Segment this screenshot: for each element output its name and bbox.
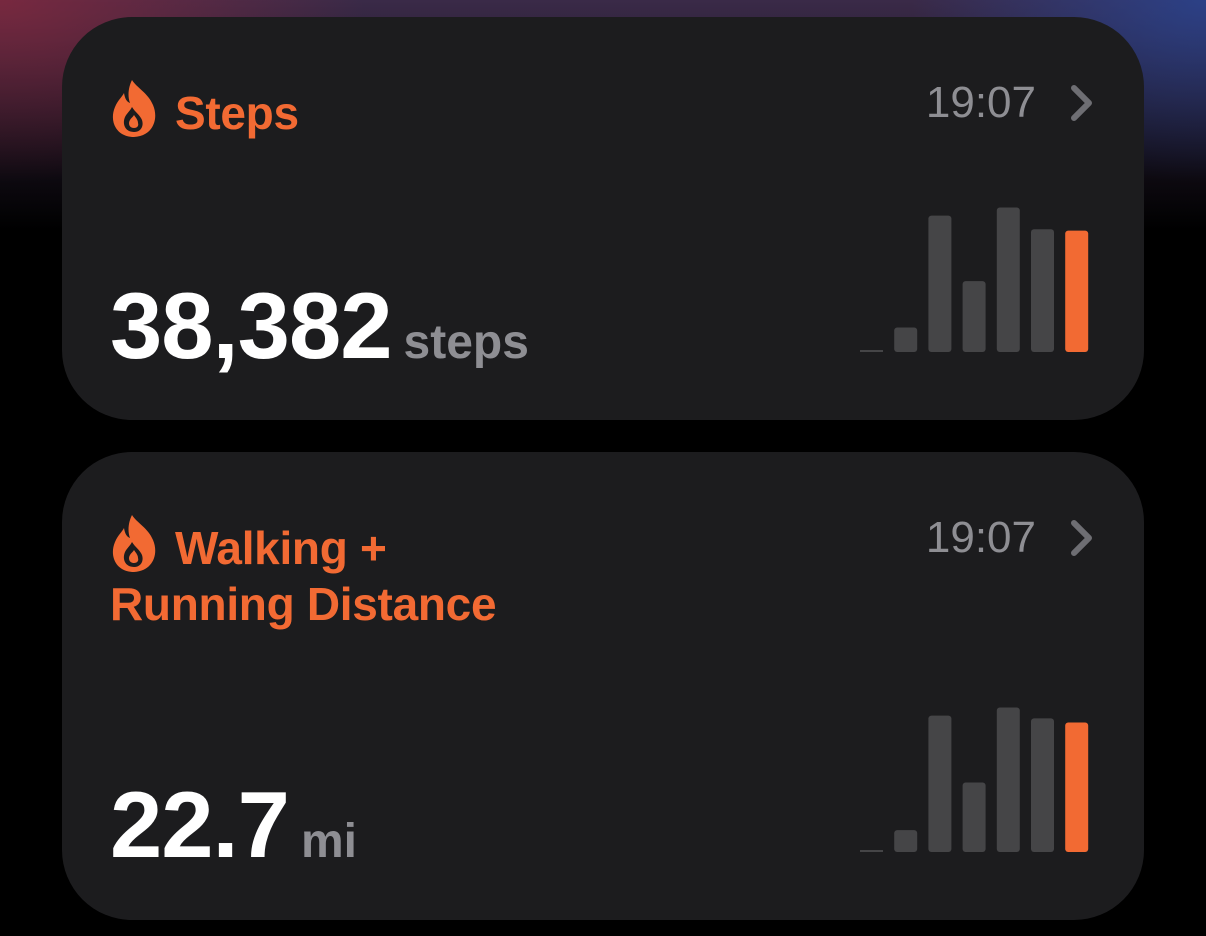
bar	[860, 850, 883, 852]
card-title: Steps	[175, 87, 299, 139]
updated-time: 19:07	[925, 78, 1036, 127]
metric-value: 22.7 mi	[110, 770, 357, 880]
bar	[1031, 718, 1054, 852]
card-header: Steps	[110, 80, 299, 146]
distance-card[interactable]: Walking + Running Distance 19:07 22.7 mi	[62, 452, 1144, 920]
distance-bar-chart	[860, 707, 1089, 852]
value-unit: mi	[300, 815, 357, 868]
updated-time: 19:07	[925, 513, 1036, 562]
chevron-right-icon[interactable]	[1068, 83, 1096, 123]
bar	[996, 707, 1020, 852]
metric-value: 38,382 steps	[110, 271, 529, 381]
flame-icon	[112, 80, 156, 137]
value-number: 38,382	[110, 273, 393, 378]
value-unit: steps	[403, 316, 529, 369]
steps-card[interactable]: Steps 19:07 38,382 steps	[62, 17, 1144, 420]
bar	[928, 215, 952, 352]
bar	[928, 715, 952, 852]
bar	[860, 350, 883, 352]
bar	[894, 327, 918, 352]
chevron-right-icon[interactable]	[1068, 518, 1096, 558]
bar-current	[1065, 230, 1089, 352]
value-number: 22.7	[110, 772, 290, 877]
steps-bar-chart	[860, 207, 1089, 352]
bar	[962, 782, 986, 852]
bar-current	[1065, 722, 1089, 852]
bar	[962, 281, 986, 352]
flame-icon	[112, 515, 156, 572]
card-title-line2: Running Distance	[110, 578, 497, 630]
bar	[1031, 229, 1054, 352]
bar	[894, 830, 918, 852]
bar	[996, 207, 1020, 352]
